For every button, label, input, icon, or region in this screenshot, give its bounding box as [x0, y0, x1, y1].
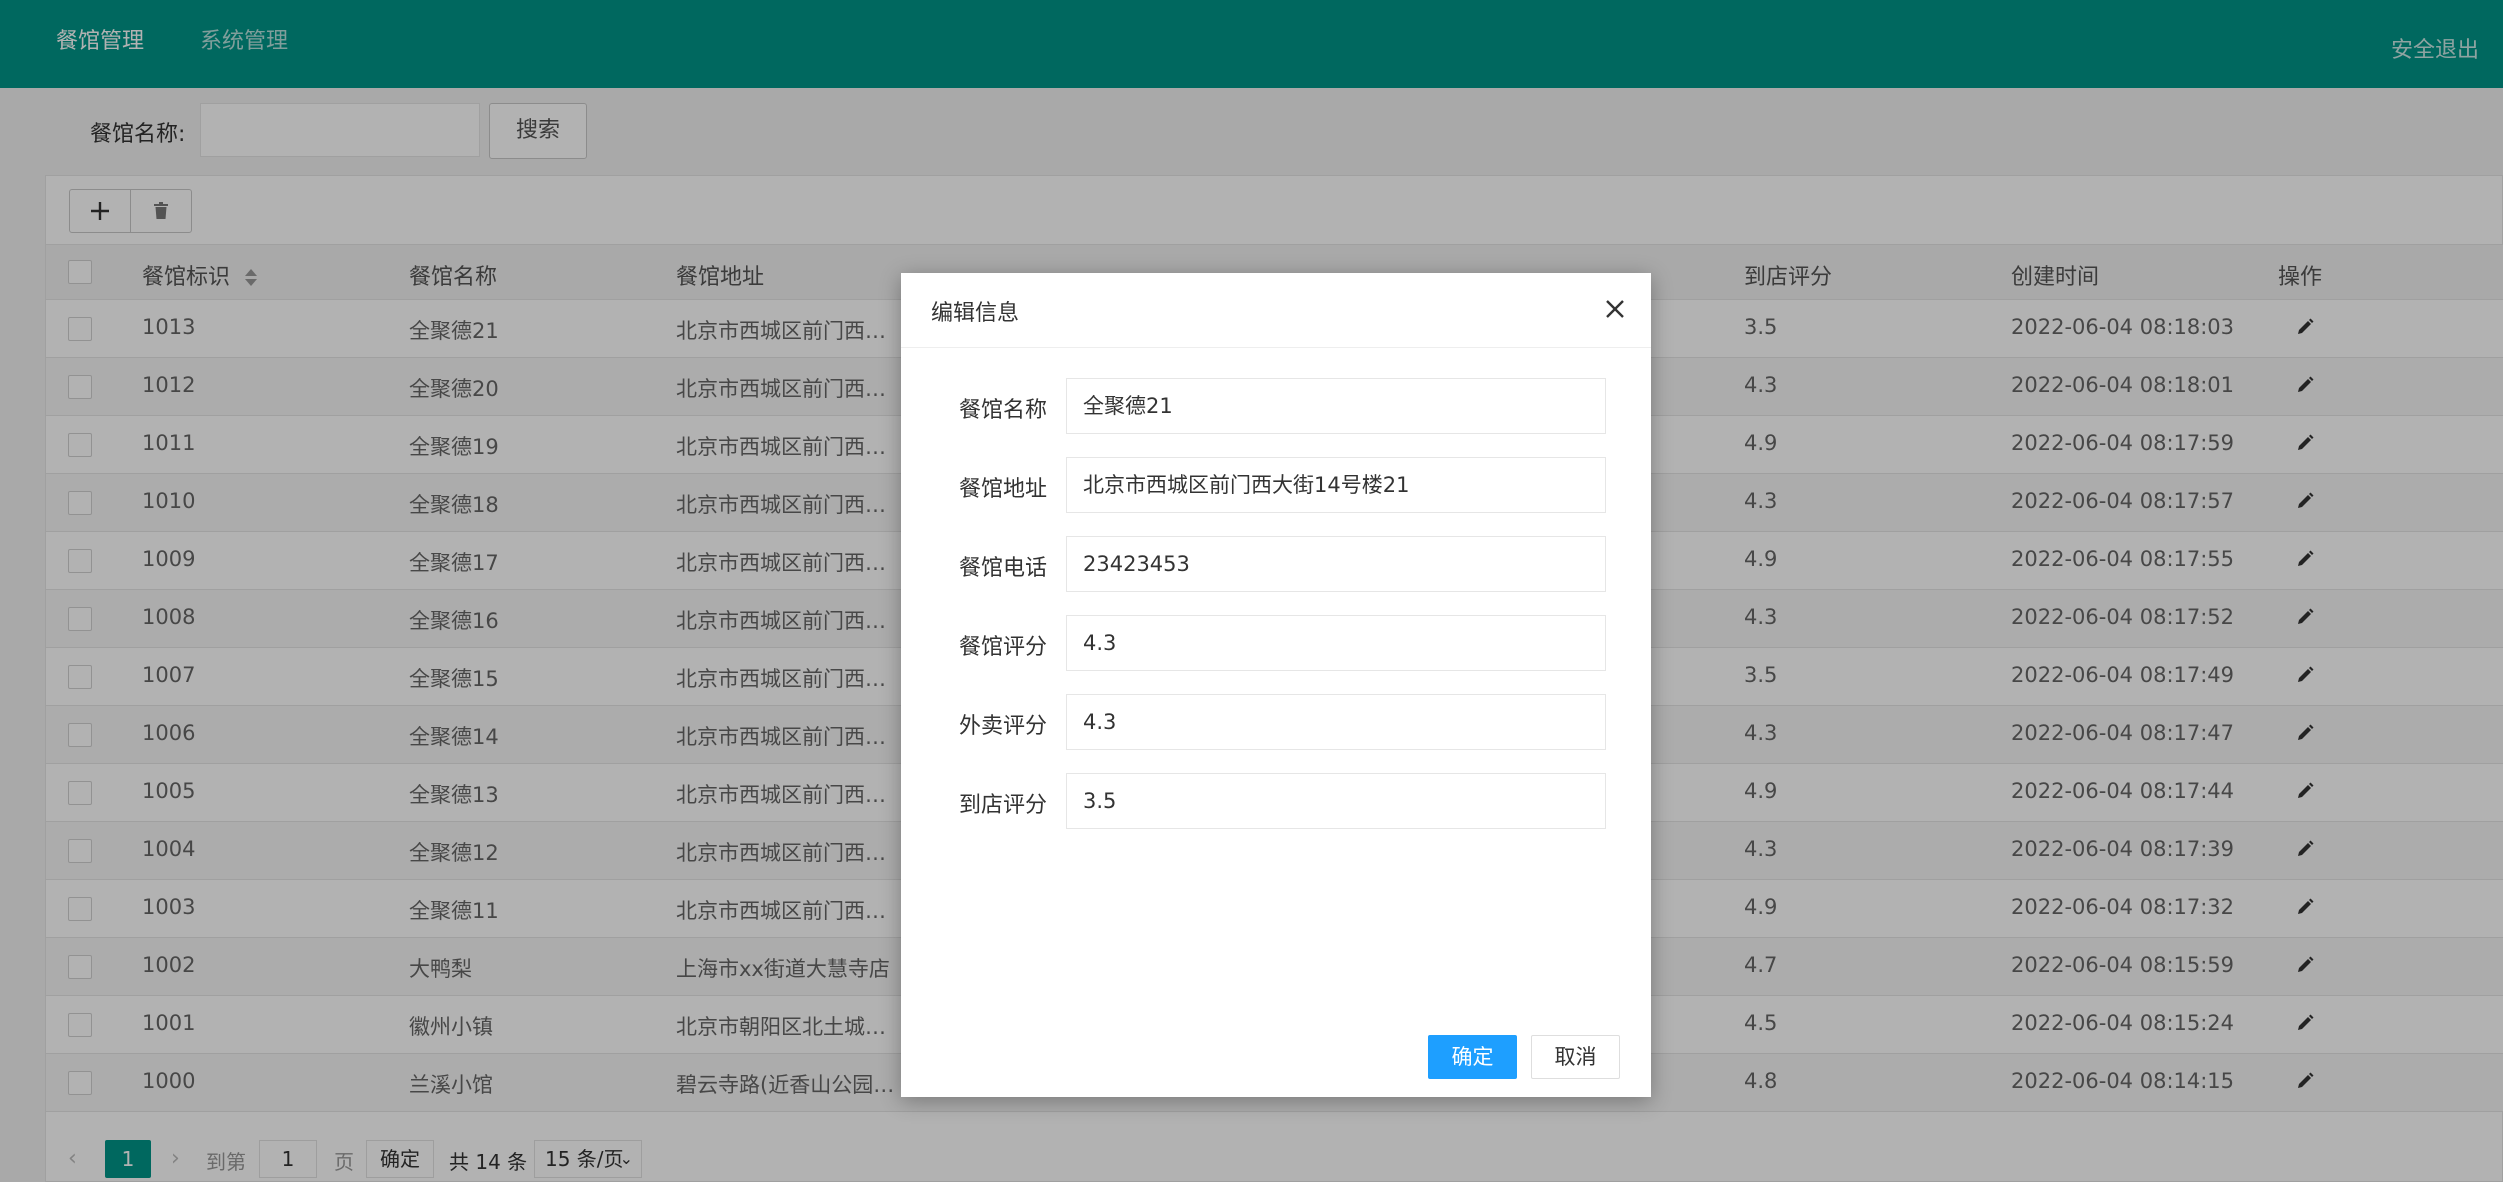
confirm-button[interactable]: 确定	[1428, 1035, 1517, 1079]
form-row: 外卖评分 4.3	[901, 694, 1651, 752]
form-label: 餐馆地址	[959, 477, 1048, 502]
form-input[interactable]: 23423453	[1066, 536, 1606, 592]
form-label: 餐馆电话	[959, 556, 1048, 581]
edit-dialog: 编辑信息 餐馆名称 全聚德21 餐馆地址 北京市西城区前门西大街14号楼21 餐馆电话 2…	[901, 273, 1651, 1097]
form-input[interactable]: 全聚德21	[1066, 378, 1606, 434]
form-label: 餐馆名称	[959, 398, 1048, 423]
form-label: 外卖评分	[959, 714, 1048, 739]
form-input[interactable]: 北京市西城区前门西大街14号楼21	[1066, 457, 1606, 513]
form-row: 餐馆电话 23423453	[901, 536, 1651, 594]
form-row: 餐馆地址 北京市西城区前门西大街14号楼21	[901, 457, 1651, 515]
form-label: 到店评分	[959, 793, 1048, 818]
form-input[interactable]: 3.5	[1066, 773, 1606, 829]
form-row: 到店评分 3.5	[901, 773, 1651, 831]
form-input[interactable]: 4.3	[1066, 694, 1606, 750]
cancel-button[interactable]: 取消	[1531, 1035, 1620, 1079]
close-icon[interactable]	[1601, 295, 1629, 323]
form-label: 餐馆评分	[959, 635, 1048, 660]
dialog-title: 编辑信息	[931, 301, 1020, 326]
form-row: 餐馆名称 全聚德21	[901, 378, 1651, 436]
form-input[interactable]: 4.3	[1066, 615, 1606, 671]
dialog-header: 编辑信息	[901, 273, 1651, 348]
form-row: 餐馆评分 4.3	[901, 615, 1651, 673]
